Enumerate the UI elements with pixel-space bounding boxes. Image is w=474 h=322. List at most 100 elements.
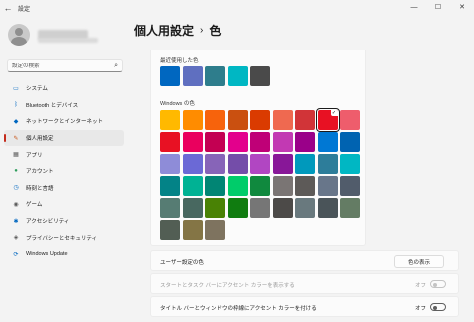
custom-color-row: ユーザー設定の色 色の表示 [150, 250, 459, 271]
account-icon: ● [14, 168, 18, 175]
maximize-button[interactable]: ☐ [426, 0, 450, 14]
windows-color-swatch[interactable] [272, 176, 293, 196]
sidebar-item[interactable]: ● アカウント [4, 163, 124, 180]
sidebar-item[interactable]: ✎ 個人用設定 [4, 129, 124, 147]
back-arrow-icon: ← [3, 3, 13, 13]
windows-color-swatch[interactable] [340, 198, 360, 218]
close-icon: ✕ [459, 4, 465, 11]
sidebar-item[interactable]: ◆ ネットワークとインターネット [4, 113, 124, 130]
windows-color-swatch[interactable] [160, 176, 180, 196]
sidebar-item-label: プライバシーとセキュリティ [26, 235, 98, 242]
search-box: ⌕ [7, 59, 123, 72]
search-icon[interactable]: ⌕ [114, 62, 118, 70]
windows-color-swatch[interactable] [295, 154, 315, 174]
windows-color-swatch[interactable] [182, 132, 203, 152]
windows-color-swatch[interactable] [317, 154, 338, 174]
page-title: 色 [209, 24, 222, 38]
recent-color-swatch[interactable] [182, 66, 203, 86]
windows-color-swatch[interactable] [182, 110, 203, 130]
windows-color-swatch[interactable] [340, 154, 360, 174]
recent-colors-label: 最近使用した色 [160, 58, 199, 64]
wifi-icon: ◆ [13, 118, 19, 125]
windows-color-swatch[interactable] [250, 132, 270, 152]
windows-color-swatch[interactable] [272, 132, 293, 152]
windows-color-swatch[interactable] [272, 154, 293, 174]
windows-color-swatch[interactable] [295, 132, 315, 152]
windows-color-swatch[interactable] [295, 176, 315, 196]
windows-color-swatch[interactable] [205, 198, 225, 218]
windows-color-swatch[interactable] [227, 198, 248, 218]
windows-color-swatch[interactable] [295, 198, 315, 218]
breadcrumb: 個人用設定 › 色 [134, 22, 221, 39]
titlebar-accent-toggle[interactable] [430, 303, 446, 311]
windows-color-swatch[interactable] [250, 110, 270, 130]
sidebar-item-label: ゲーム [26, 202, 43, 209]
windows-color-swatch[interactable] [160, 220, 180, 240]
monitor-icon: ▭ [13, 85, 19, 92]
breadcrumb-parent[interactable]: 個人用設定 [134, 22, 194, 39]
brush-icon: ✎ [13, 135, 19, 142]
sidebar-item[interactable]: ᛒ Bluetooth とデバイス [4, 97, 124, 114]
windows-color-swatch[interactable] [182, 198, 203, 218]
view-colors-button[interactable]: 色の表示 [394, 255, 444, 268]
sidebar-item-label: ネットワークとインターネット [26, 119, 104, 126]
search-input[interactable] [12, 62, 108, 69]
windows-color-swatch[interactable] [182, 176, 203, 196]
windows-color-swatch[interactable] [182, 154, 203, 174]
windows-color-swatch[interactable] [227, 110, 248, 130]
windows-color-swatch[interactable]: ✓ [315, 108, 340, 132]
back-button[interactable]: ← [0, 0, 16, 16]
windows-color-swatch[interactable] [160, 110, 180, 130]
recent-color-swatch[interactable] [250, 66, 270, 86]
start-taskbar-toggle[interactable] [430, 280, 446, 288]
sidebar-item[interactable]: ◈ プライバシーとセキュリティ [4, 229, 124, 246]
sidebar-item[interactable]: ✱ アクセシビリティ [4, 213, 124, 230]
windows-color-swatch[interactable] [317, 132, 338, 152]
windows-color-swatch[interactable] [250, 154, 270, 174]
windows-color-swatch[interactable] [250, 198, 270, 218]
sidebar-item[interactable]: ▦ アプリ [4, 146, 124, 163]
windows-colors-label: Windows の色 [160, 101, 195, 107]
windows-color-swatch[interactable] [205, 220, 225, 240]
update-icon: ⟳ [13, 251, 19, 258]
windows-color-swatch[interactable] [227, 176, 248, 196]
windows-color-swatch[interactable] [340, 176, 360, 196]
minimize-button[interactable]: — [402, 0, 426, 14]
recent-color-swatch[interactable] [227, 66, 248, 86]
windows-color-swatch[interactable] [160, 198, 180, 218]
windows-color-swatch[interactable] [160, 154, 180, 174]
sidebar-item[interactable]: ⟳ Windows Update [4, 246, 124, 263]
start-taskbar-accent-row: スタートとタスク バーにアクセント カラーを表示する オフ [150, 273, 459, 294]
windows-color-swatch[interactable] [250, 176, 270, 196]
windows-color-swatch[interactable] [160, 132, 180, 152]
start-taskbar-toggle-state: オフ [415, 283, 427, 289]
windows-color-swatch[interactable] [227, 154, 248, 174]
recent-color-swatch[interactable] [160, 66, 180, 86]
windows-color-swatch[interactable] [340, 132, 360, 152]
windows-color-swatch[interactable] [205, 154, 225, 174]
windows-color-swatch[interactable] [295, 110, 315, 130]
minimize-icon: — [410, 3, 418, 11]
sidebar-item[interactable]: ◉ ゲーム [4, 196, 124, 213]
windows-color-swatch[interactable] [317, 198, 338, 218]
windows-color-swatch[interactable] [317, 176, 338, 196]
windows-color-swatch[interactable] [272, 110, 293, 130]
sidebar-item[interactable]: ◷ 時刻と言語 [4, 180, 124, 197]
windows-color-swatch[interactable] [272, 198, 293, 218]
maximize-icon: ☐ [434, 4, 442, 11]
bluetooth-icon: ᛒ [14, 101, 18, 108]
close-button[interactable]: ✕ [450, 0, 474, 14]
windows-color-swatch[interactable] [205, 110, 225, 130]
title-bar: ← 設定 — ☐ ✕ [0, 0, 474, 16]
recent-color-swatch[interactable] [205, 66, 225, 86]
sidebar-item[interactable]: ▭ システム [4, 80, 124, 97]
windows-color-swatch[interactable] [182, 220, 203, 240]
windows-color-swatch[interactable] [205, 132, 225, 152]
windows-color-swatch[interactable] [227, 132, 248, 152]
sidebar: ⌕ ▭ システム ᛒ Bluetooth とデバイス ◆ ネットワークとインターネット ✎ 個… [0, 16, 130, 322]
windows-color-swatch[interactable] [340, 110, 360, 130]
windows-color-swatch[interactable] [205, 176, 225, 196]
shield-icon: ◈ [13, 235, 19, 242]
checkmark-icon: ✓ [330, 110, 338, 116]
sidebar-item-label: システム [26, 86, 48, 93]
